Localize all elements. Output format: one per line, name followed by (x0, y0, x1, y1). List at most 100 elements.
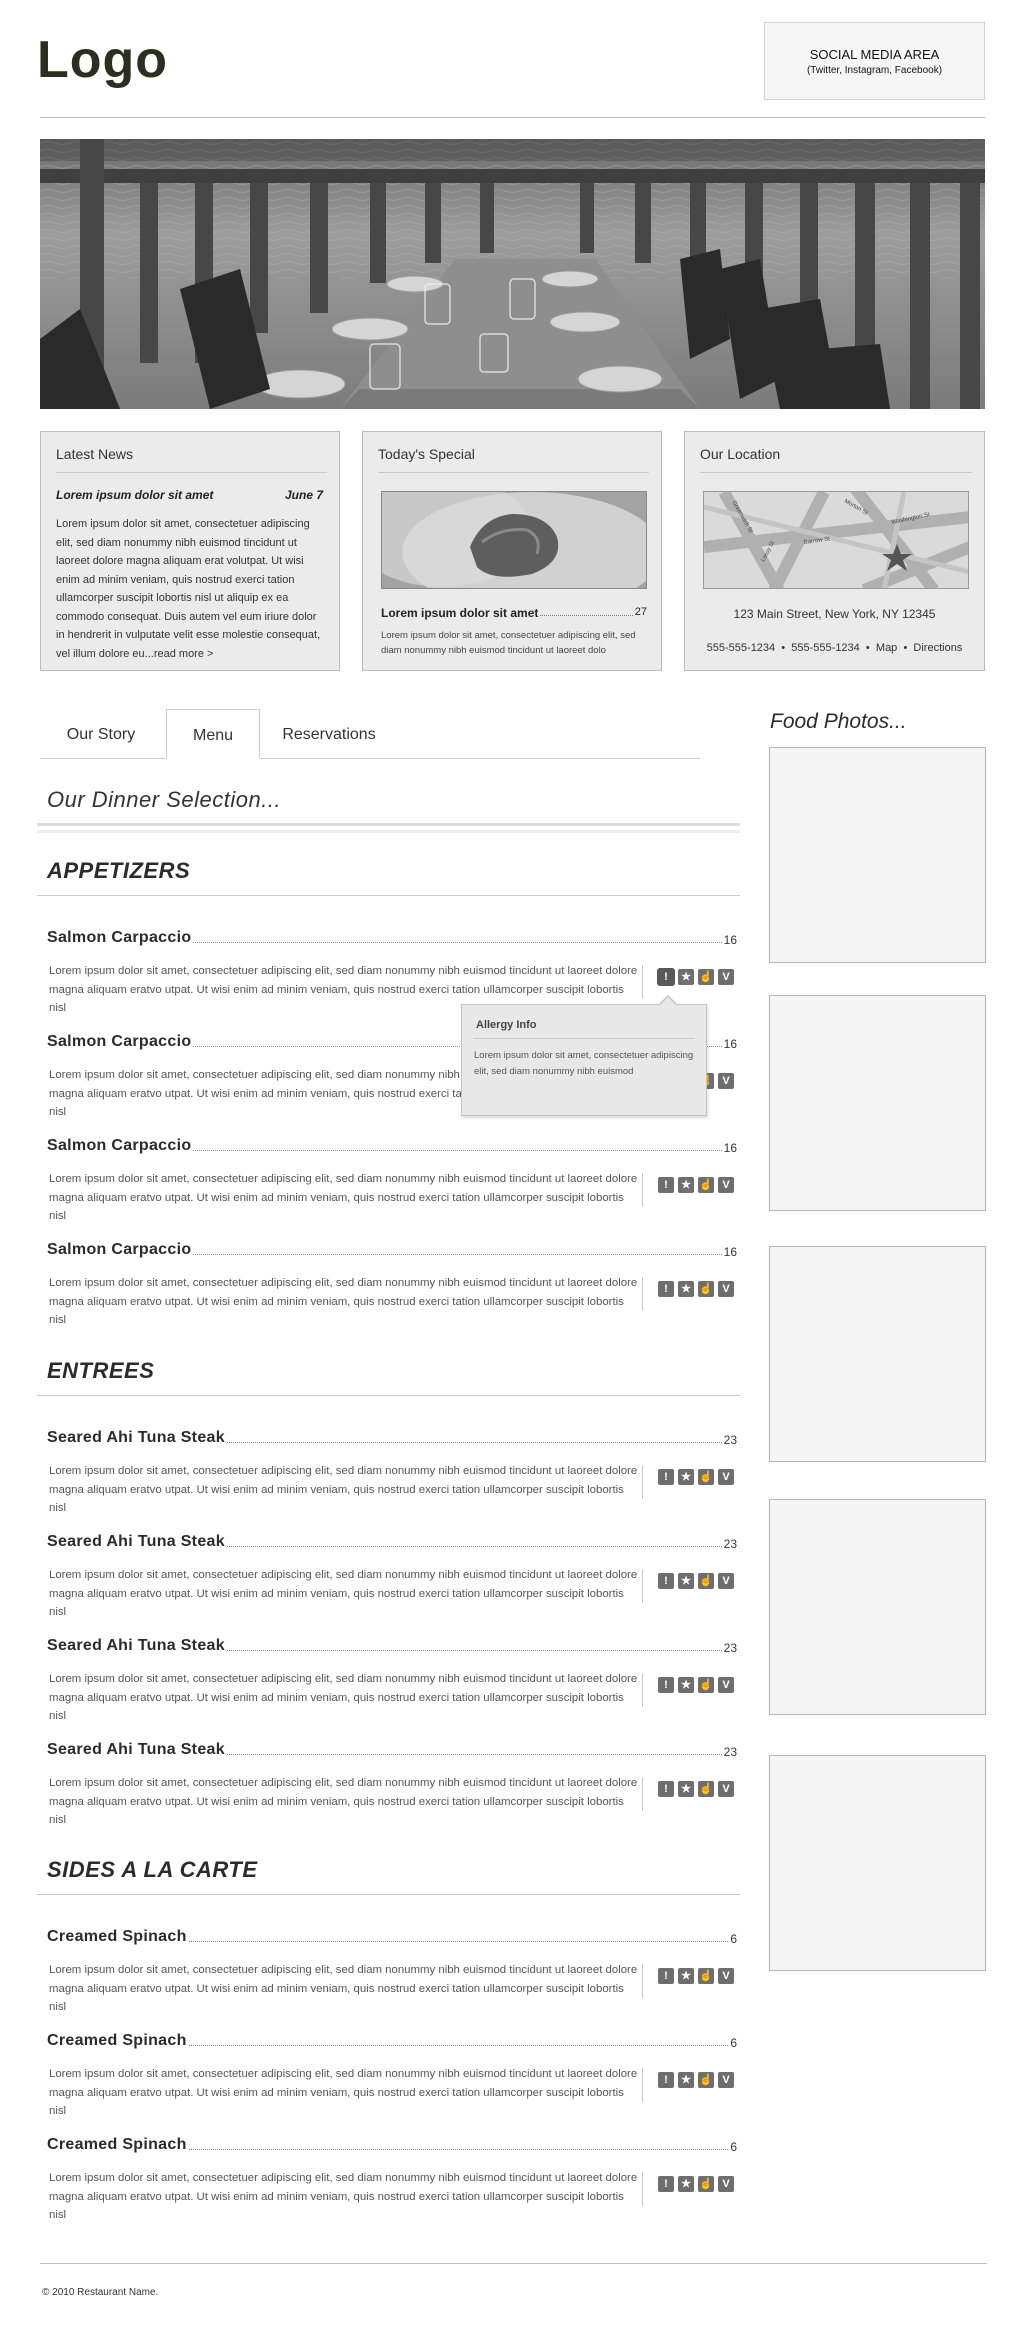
vegetarian-icon[interactable]: V (718, 1573, 734, 1589)
item-name: Creamed Spinach (47, 1928, 187, 1945)
item-icons: ! ★ ☝ V (658, 2072, 734, 2088)
address: 123 Main Street, New York, NY 12345 (733, 607, 936, 621)
vegetarian-icon[interactable]: V (718, 1781, 734, 1797)
vegetarian-icon[interactable]: V (718, 1073, 734, 1089)
vegetarian-icon[interactable]: V (718, 2072, 734, 2088)
box-divider (56, 472, 327, 473)
menu-item[interactable]: Seared Ahi Tuna Steak 23 Lorem ipsum dolo… (47, 1429, 737, 1514)
allergy-icon[interactable]: ! (658, 1469, 674, 1485)
allergy-icon[interactable]: ! (658, 1177, 674, 1193)
box-divider (700, 472, 972, 473)
tab-menu[interactable]: Menu (166, 709, 260, 759)
vegetarian-icon[interactable]: V (718, 969, 734, 985)
dot-leader (226, 1442, 722, 1443)
menu-item[interactable]: Seared Ahi Tuna Steak 23 Lorem ipsum dolo… (47, 1533, 737, 1618)
item-description: Lorem ipsum dolor sit amet, consectetuer… (49, 1465, 638, 1514)
news-text: Lorem ipsum dolor sit amet, consectetuer… (56, 518, 321, 660)
vegetarian-icon[interactable]: V (718, 1281, 734, 1297)
tooltip-arrow (659, 997, 677, 1006)
allergy-icon[interactable]: ! (658, 2072, 674, 2088)
special-dish-image[interactable] (381, 491, 647, 589)
footer-divider (40, 2263, 987, 2264)
separator: • (781, 642, 786, 654)
allergy-icon[interactable]: ! (658, 2176, 674, 2192)
star-icon[interactable]: ★ (678, 2072, 694, 2088)
menu-item[interactable]: Seared Ahi Tuna Steak 23 Lorem ipsum dolo… (47, 1741, 737, 1826)
allergy-icon[interactable]: ! (658, 1968, 674, 1984)
hand-icon[interactable]: ☝ (698, 1469, 714, 1485)
hero-photo (40, 139, 985, 409)
menu-item[interactable]: Creamed Spinach 6 Lorem ipsum dolor sit a… (47, 2032, 737, 2117)
item-name: Salmon Carpaccio (47, 1241, 192, 1258)
food-photo[interactable] (769, 1246, 986, 1462)
menu-item[interactable]: Seared Ahi Tuna Steak 23 Lorem ipsum dolo… (47, 1637, 737, 1722)
vegetarian-icon[interactable]: V (718, 1177, 734, 1193)
phone-number[interactable]: 555-555-1234 (707, 642, 776, 654)
vegetarian-icon[interactable]: V (718, 2176, 734, 2192)
hand-icon[interactable]: ☝ (698, 2072, 714, 2088)
allergy-icon[interactable]: ! (658, 1781, 674, 1797)
allergy-icon[interactable]: ! (658, 1281, 674, 1297)
special-item-name: Lorem ipsum dolor sit amet (381, 606, 539, 620)
divider (642, 1465, 643, 1499)
allergy-icon[interactable]: ! (658, 1677, 674, 1693)
special-description: Lorem ipsum dolor sit amet, consectetuer… (381, 630, 636, 656)
hand-icon[interactable]: ☝ (698, 2176, 714, 2192)
tab-our-story[interactable]: Our Story (40, 709, 162, 759)
menu-item[interactable]: Creamed Spinach 6 Lorem ipsum dolor sit a… (47, 1928, 737, 2013)
item-price: 23 (723, 1745, 737, 1759)
location-map[interactable]: Washington St Barrow St Greenwich St Ler… (703, 491, 969, 589)
social-media-area[interactable]: SOCIAL MEDIA AREA (Twitter, Instagram, F… (764, 22, 985, 100)
food-photo[interactable] (769, 1499, 986, 1715)
star-icon[interactable]: ★ (678, 1781, 694, 1797)
vegetarian-icon[interactable]: V (718, 1469, 734, 1485)
menu-item[interactable]: Salmon Carpaccio 16 Lorem ipsum dolor sit… (47, 929, 737, 1014)
star-icon[interactable]: ★ (678, 2176, 694, 2192)
divider (642, 965, 643, 999)
hand-icon[interactable]: ☝ (698, 1177, 714, 1193)
menu-item[interactable]: Salmon Carpaccio 16 Lorem ipsum dolor sit… (47, 1137, 737, 1222)
news-headline[interactable]: Lorem ipsum dolor sit amet (56, 488, 323, 502)
section-divider (37, 895, 740, 896)
item-description: Lorem ipsum dolor sit amet, consectetuer… (49, 1569, 638, 1618)
section-title-entrees: ENTREES (47, 1358, 155, 1383)
menu-item[interactable]: Creamed Spinach 6 Lorem ipsum dolor sit a… (47, 2136, 737, 2221)
item-icons: ! ★ ☝ V (658, 1573, 734, 1589)
hand-icon[interactable]: ☝ (698, 969, 714, 985)
logo[interactable]: Logo (37, 30, 168, 90)
food-photo[interactable] (769, 1755, 986, 1971)
hand-icon[interactable]: ☝ (698, 1677, 714, 1693)
item-description: Lorem ipsum dolor sit amet, consectetuer… (49, 2068, 638, 2117)
directions-link[interactable]: Directions (913, 642, 962, 654)
star-icon[interactable]: ★ (678, 1677, 694, 1693)
star-icon[interactable]: ★ (678, 1573, 694, 1589)
star-icon[interactable]: ★ (678, 1177, 694, 1193)
vegetarian-icon[interactable]: V (718, 1968, 734, 1984)
dot-leader (193, 942, 722, 943)
hand-icon[interactable]: ☝ (698, 1281, 714, 1297)
item-description: Lorem ipsum dolor sit amet, consectetuer… (49, 1777, 638, 1826)
allergy-icon[interactable]: ! (658, 1573, 674, 1589)
hand-icon[interactable]: ☝ (698, 1573, 714, 1589)
tab-reservations[interactable]: Reservations (264, 709, 394, 759)
food-photos-title: Food Photos... (770, 710, 907, 733)
food-photo[interactable] (769, 747, 986, 963)
hand-icon[interactable]: ☝ (698, 1781, 714, 1797)
vegetarian-icon[interactable]: V (718, 1677, 734, 1693)
header-divider (40, 117, 985, 118)
star-icon[interactable]: ★ (678, 1281, 694, 1297)
special-item-title[interactable]: Lorem ipsum dolor sit amet 27 (381, 606, 647, 620)
star-icon[interactable]: ★ (678, 1469, 694, 1485)
menu-item[interactable]: Salmon Carpaccio 16 Lorem ipsum dolor sit… (47, 1241, 737, 1326)
food-photo[interactable] (769, 995, 986, 1211)
star-icon[interactable]: ★ (678, 1968, 694, 1984)
read-more-link[interactable]: read more > (154, 648, 214, 660)
map-link[interactable]: Map (876, 642, 897, 654)
phone-number[interactable]: 555-555-1234 (791, 642, 860, 654)
item-name: Seared Ahi Tuna Steak (47, 1637, 225, 1654)
allergy-icon[interactable]: ! (658, 969, 674, 985)
star-icon[interactable]: ★ (678, 969, 694, 985)
hand-icon[interactable]: ☝ (698, 1968, 714, 1984)
allergy-info-tooltip: Allergy Info Lorem ipsum dolor sit amet,… (461, 995, 707, 1116)
item-icons: ! ★ ☝ V (658, 1281, 734, 1297)
